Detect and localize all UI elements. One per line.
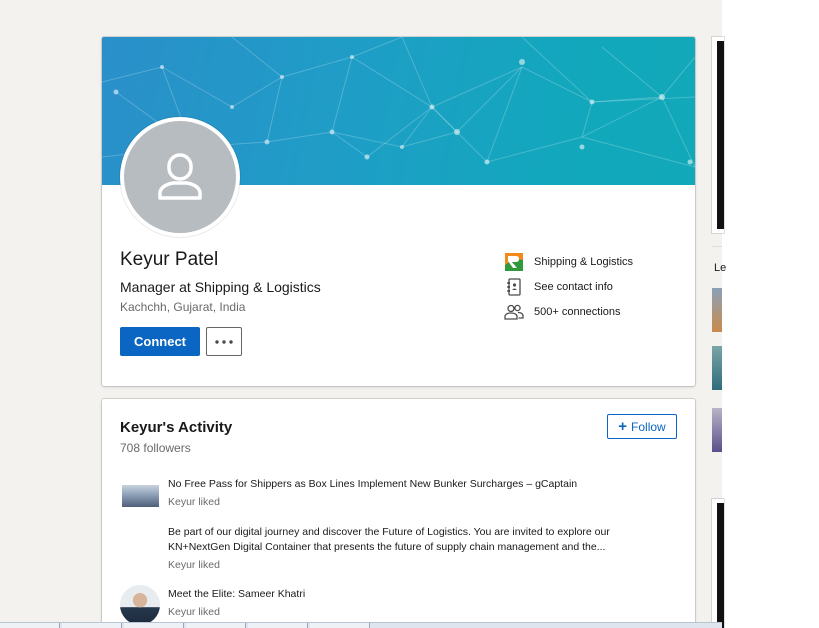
activity-item[interactable]: No Free Pass for Shippers as Box Lines I… xyxy=(168,477,648,510)
company-logo-icon xyxy=(504,252,524,272)
followers-count: 708 followers xyxy=(120,441,191,455)
more-actions-button[interactable] xyxy=(206,327,242,356)
profile-name: Keyur Patel xyxy=(120,249,219,270)
activity-item-text: Be part of our digital journey and disco… xyxy=(168,526,610,553)
connect-button[interactable]: Connect xyxy=(120,327,200,356)
activity-item[interactable]: Meet the Elite: Sameer Khatri Keyur like… xyxy=(168,587,648,620)
follow-label: Follow xyxy=(631,419,666,434)
activity-title: Keyur's Activity xyxy=(120,419,233,436)
ellipsis-icon xyxy=(215,339,233,344)
taskbar-item[interactable] xyxy=(62,623,122,628)
activity-thumbnail-ship[interactable] xyxy=(122,485,159,507)
sidebar-ad-card[interactable] xyxy=(712,499,724,628)
sidebar-thumbnail[interactable] xyxy=(712,346,722,390)
address-book-icon xyxy=(504,277,524,297)
profile-headline: Manager at Shipping & Logistics xyxy=(120,279,321,295)
follow-button[interactable]: + Follow xyxy=(607,414,677,439)
sidebar-divider xyxy=(712,246,722,247)
connections-count: 500+ connections xyxy=(534,305,621,318)
sidebar-ad-card[interactable] xyxy=(712,37,724,233)
profile-location: Kachchh, Gujarat, India xyxy=(120,300,246,314)
contact-info-link[interactable]: See contact info xyxy=(504,274,684,299)
taskbar-item[interactable] xyxy=(248,623,308,628)
plus-icon: + xyxy=(618,418,628,435)
sidebar-thumbnail[interactable] xyxy=(712,288,722,332)
taskbar-item[interactable] xyxy=(124,623,184,628)
profile-info-list: Shipping & Logistics See contact info 50… xyxy=(504,249,684,324)
activity-item[interactable]: Be part of our digital journey and disco… xyxy=(168,525,648,573)
profile-avatar[interactable] xyxy=(120,117,240,237)
activity-item-sub: Keyur liked xyxy=(168,606,220,618)
activity-item-text: Meet the Elite: Sameer Khatri xyxy=(168,588,306,600)
activity-item-sub: Keyur liked xyxy=(168,559,220,571)
taskbar-item[interactable] xyxy=(186,623,246,628)
company-name: Shipping & Logistics xyxy=(534,255,634,268)
sidebar-thumbnail[interactable] xyxy=(712,408,722,452)
os-taskbar xyxy=(0,622,722,628)
activity-item-text: No Free Pass for Shippers as Box Lines I… xyxy=(168,478,578,490)
company-link[interactable]: Shipping & Logistics xyxy=(504,249,684,274)
sidebar-heading-fragment: Le xyxy=(714,262,727,274)
contact-info-label: See contact info xyxy=(534,280,613,293)
person-placeholder-icon xyxy=(158,153,202,200)
profile-top-card: Keyur Patel Manager at Shipping & Logist… xyxy=(102,37,695,386)
activity-item-sub: Keyur liked xyxy=(168,496,220,508)
activity-card: Keyur's Activity 708 followers + Follow … xyxy=(102,399,695,628)
activity-thumbnail-person[interactable] xyxy=(120,585,160,625)
connections-icon xyxy=(504,302,524,322)
taskbar-item[interactable] xyxy=(0,623,60,628)
taskbar-item[interactable] xyxy=(310,623,370,628)
right-whitespace xyxy=(722,0,819,628)
connections-link[interactable]: 500+ connections xyxy=(504,299,684,324)
